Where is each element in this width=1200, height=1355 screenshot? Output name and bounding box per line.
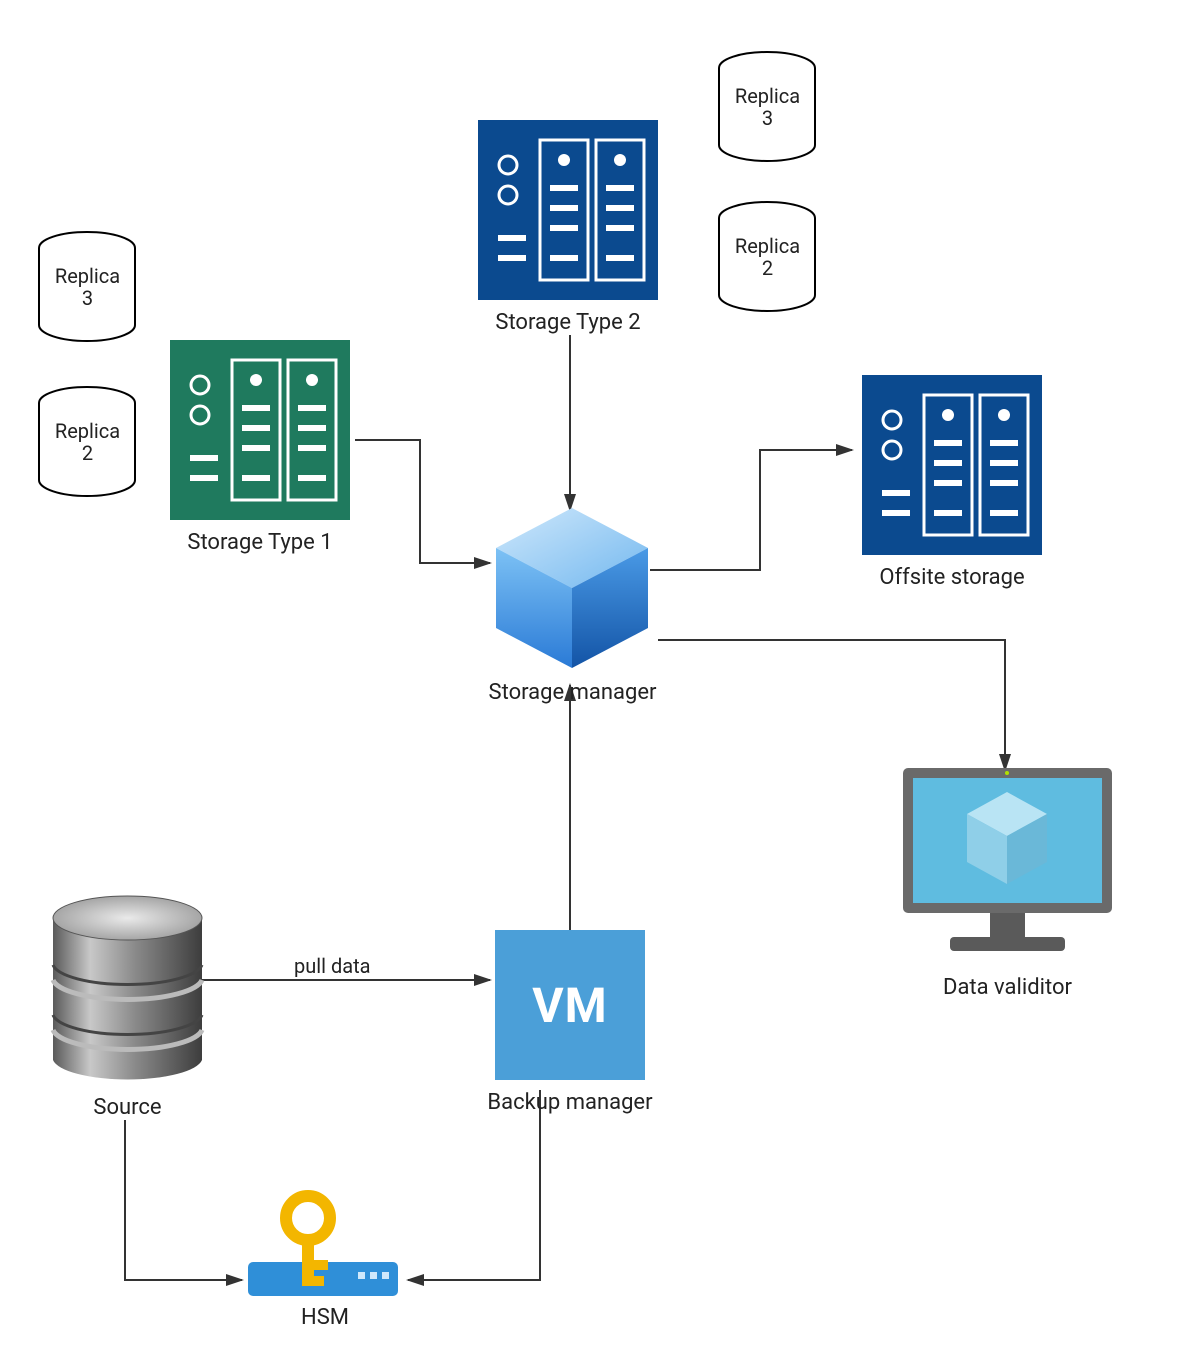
monitor-icon bbox=[895, 760, 1120, 965]
server-icon bbox=[862, 375, 1042, 555]
backup-manager-label: Backup manager bbox=[470, 1090, 670, 1116]
storage-manager-label: Storage manager bbox=[475, 680, 670, 706]
source-node bbox=[45, 890, 210, 1090]
replica3-right-label: Replica 3 bbox=[715, 85, 820, 129]
replica3-left-node: Replica 3 bbox=[35, 230, 140, 345]
storage-type-2-node bbox=[478, 120, 658, 300]
hsm-key-icon bbox=[240, 1190, 410, 1310]
cube-icon bbox=[490, 500, 655, 675]
storage-manager-node bbox=[490, 500, 655, 675]
arrow-manager-to-validitor bbox=[658, 640, 1005, 770]
arrow-source-to-hsm bbox=[125, 1120, 242, 1280]
hsm-label: HSM bbox=[240, 1305, 410, 1331]
replica3-right-node: Replica 3 bbox=[715, 50, 820, 165]
arrow-backup-to-hsm bbox=[408, 1090, 540, 1280]
offsite-storage-node bbox=[862, 375, 1042, 555]
vm-text: VM bbox=[495, 930, 645, 1080]
replica2-left-node: Replica 2 bbox=[35, 385, 140, 500]
source-label: Source bbox=[45, 1095, 210, 1121]
replica2-right-node: Replica 2 bbox=[715, 200, 820, 315]
offsite-storage-label: Offsite storage bbox=[862, 565, 1042, 591]
pull-data-label: pull data bbox=[290, 955, 375, 977]
replica2-right-label: Replica 2 bbox=[715, 235, 820, 279]
hsm-node bbox=[240, 1190, 410, 1310]
replica2-left-label: Replica 2 bbox=[35, 420, 140, 464]
diagram-canvas: Replica 3 Replica 2 Storage Type 1 bbox=[0, 0, 1200, 1355]
replica3-left-label: Replica 3 bbox=[35, 265, 140, 309]
database-icon bbox=[45, 890, 210, 1090]
storage-type-1-label: Storage Type 1 bbox=[170, 530, 350, 556]
server-icon bbox=[170, 340, 350, 520]
data-validitor-label: Data validitor bbox=[895, 975, 1120, 1001]
arrow-manager-to-offsite bbox=[650, 450, 852, 570]
storage-type-1-node bbox=[170, 340, 350, 520]
arrow-storage1-to-manager bbox=[355, 440, 490, 563]
storage-type-2-label: Storage Type 2 bbox=[478, 310, 658, 336]
backup-manager-node: VM bbox=[495, 930, 645, 1080]
server-icon bbox=[478, 120, 658, 300]
data-validitor-node bbox=[895, 760, 1120, 965]
